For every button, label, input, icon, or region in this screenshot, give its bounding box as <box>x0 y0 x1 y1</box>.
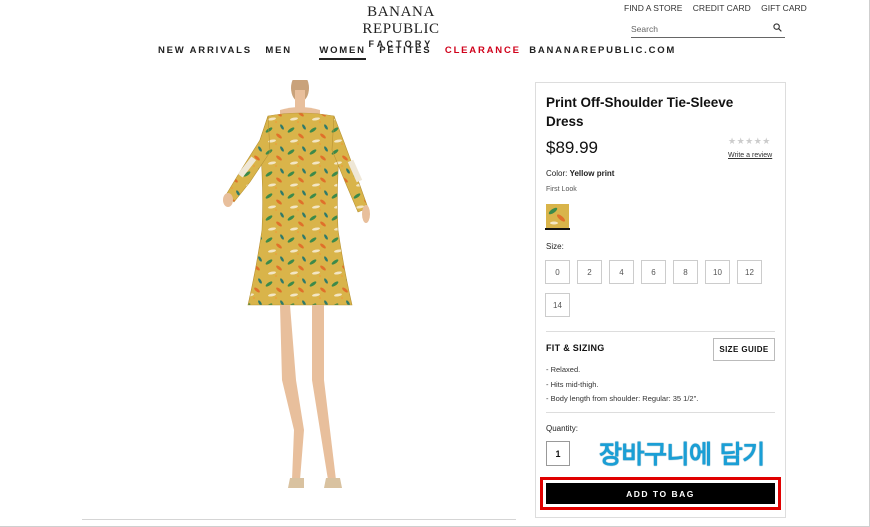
image-divider <box>82 519 516 520</box>
highlight-box: ADD TO BAG <box>540 477 781 510</box>
section-divider <box>546 412 775 413</box>
nav-clearance[interactable]: CLEARANCE <box>445 45 521 56</box>
size-option-0[interactable]: 0 <box>545 260 570 284</box>
size-label: Size: <box>546 242 564 251</box>
add-to-bag-button[interactable]: ADD TO BAG <box>546 483 775 504</box>
fit-sizing-heading: FIT & SIZING <box>546 343 605 353</box>
credit-card-link[interactable]: CREDIT CARD <box>693 3 751 13</box>
section-divider <box>546 331 775 332</box>
fit-detail-item: - Hits mid-thigh. <box>546 379 599 389</box>
search-icon[interactable] <box>773 23 782 32</box>
color-swatch[interactable] <box>545 203 570 230</box>
find-store-link[interactable]: FIND A STORE <box>624 3 682 13</box>
search-input[interactable] <box>631 20 763 38</box>
size-guide-button[interactable]: SIZE GUIDE <box>713 338 775 361</box>
nav-new-arrivals[interactable]: NEW ARRIVALS <box>158 45 252 56</box>
size-option-6[interactable]: 6 <box>641 260 666 284</box>
size-option-4[interactable]: 4 <box>609 260 634 284</box>
search-bar <box>631 19 785 38</box>
brand-logo[interactable]: BANANA REPUBLIC FACTORY <box>330 4 472 49</box>
quantity-input[interactable] <box>546 441 570 466</box>
fit-detail-item: - Body length from shoulder: Regular: 35… <box>546 394 699 403</box>
main-nav: NEW ARRIVALS MEN WOMEN PETITES CLEARANCE… <box>158 45 685 60</box>
size-option-8[interactable]: 8 <box>673 260 698 284</box>
gift-card-link[interactable]: GIFT CARD <box>761 3 807 13</box>
logo-wordmark: BANANA REPUBLIC <box>362 4 440 37</box>
size-option-12[interactable]: 12 <box>737 260 762 284</box>
collection-label: First Look <box>546 186 577 193</box>
product-panel: Print Off-Shoulder Tie-Sleeve Dress $89.… <box>535 82 786 518</box>
fit-detail-item: - Relaxed. <box>546 365 581 374</box>
size-option-14[interactable]: 14 <box>545 293 570 317</box>
nav-bananarepublic-com[interactable]: BANANAREPUBLIC.COM <box>529 45 676 56</box>
product-title: Print Off-Shoulder Tie-Sleeve Dress <box>546 95 734 129</box>
quantity-label: Quantity: <box>546 424 579 433</box>
utility-links: FIND A STORE CREDIT CARD GIFT CARD <box>624 3 807 13</box>
product-photo[interactable] <box>220 80 380 500</box>
product-price: $89.99 <box>546 138 598 157</box>
color-label: Color: <box>546 169 568 178</box>
size-option-2[interactable]: 2 <box>577 260 602 284</box>
nav-men[interactable]: MEN <box>265 45 292 56</box>
rating-stars: ★★★★★ <box>728 136 771 146</box>
fit-details-list: - Relaxed. - Hits mid-thigh. - Body leng… <box>546 363 698 407</box>
size-option-10[interactable]: 10 <box>705 260 730 284</box>
write-review-link[interactable]: Write a review <box>728 152 772 159</box>
annotation-label: 장바구니에 담기 <box>599 440 765 469</box>
nav-petites[interactable]: PETITES <box>379 45 431 56</box>
color-info: Color: Yellow print <box>546 169 614 178</box>
color-value: Yellow print <box>569 169 615 178</box>
swatch-pattern-icon <box>546 204 569 228</box>
nav-women[interactable]: WOMEN <box>319 45 366 60</box>
